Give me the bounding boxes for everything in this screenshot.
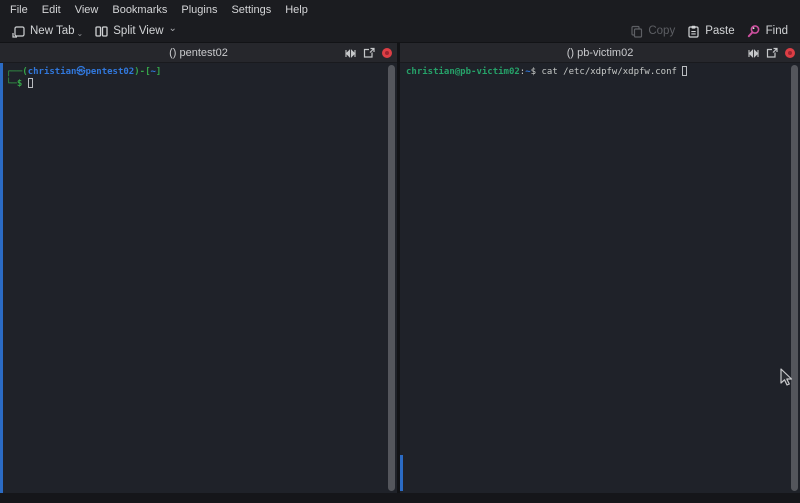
- detach-view-icon[interactable]: [766, 47, 778, 59]
- prompt-frame-close: ]: [156, 67, 161, 77]
- chevron-down-icon: ⌄: [169, 26, 177, 32]
- close-view-button[interactable]: [785, 48, 795, 58]
- pane-header-actions: [748, 43, 795, 63]
- terminal-pentest02[interactable]: ┌──(christian㉿pentest02)-[~] └─$: [0, 63, 397, 493]
- menu-plugins[interactable]: Plugins: [174, 0, 224, 20]
- terminal-pb-victim02[interactable]: christian@pb-victim02:~$ cat /etc/xdpfw/…: [400, 63, 800, 493]
- window-bottom-edge: [0, 493, 800, 503]
- scrollbar-thumb[interactable]: [791, 65, 798, 491]
- prompt-frame-open: ┌──(: [6, 67, 28, 77]
- detach-view-icon[interactable]: [363, 47, 375, 59]
- find-button[interactable]: Find: [741, 22, 794, 40]
- new-tab-icon: [12, 25, 25, 38]
- pane-pb-victim02: () pb-victim02 christian@pb-victim02:~$ …: [400, 43, 800, 493]
- terminal-cursor: [682, 66, 687, 76]
- pane-header-pb-victim02[interactable]: () pb-victim02: [400, 43, 800, 63]
- menu-help[interactable]: Help: [278, 0, 315, 20]
- terminal-output: christian@pb-victim02:~$ cat /etc/xdpfw/…: [406, 66, 788, 78]
- copy-button[interactable]: Copy: [624, 23, 681, 40]
- pane-title: () pentest02: [169, 47, 228, 59]
- prompt-line-2: └─$: [6, 78, 385, 90]
- menu-edit[interactable]: Edit: [35, 0, 68, 20]
- menubar: File Edit View Bookmarks Plugins Setting…: [0, 0, 800, 20]
- maximize-view-icon[interactable]: [345, 48, 356, 59]
- pane-title: () pb-victim02: [567, 47, 634, 59]
- focus-indicator: [0, 63, 3, 493]
- paste-button[interactable]: Paste: [681, 23, 740, 40]
- konsole-window: File Edit View Bookmarks Plugins Setting…: [0, 0, 800, 503]
- paste-label: Paste: [705, 25, 734, 37]
- prompt-frame-mid: )-[: [134, 67, 150, 77]
- terminal-cursor: [28, 78, 33, 88]
- pane-header-actions: [345, 43, 392, 63]
- pane-header-pentest02[interactable]: () pentest02: [0, 43, 397, 63]
- menu-view[interactable]: View: [68, 0, 106, 20]
- paste-icon: [687, 25, 700, 38]
- scroll-highlight-indicator: [400, 455, 403, 491]
- command-text: cat /etc/xdpfw/xdpfw.conf: [536, 67, 682, 77]
- close-view-button[interactable]: [382, 48, 392, 58]
- pane-pentest02: () pentest02 ┌──(christian㉿pentest02)-[~…: [0, 43, 397, 493]
- prompt-line-1: ┌──(christian㉿pentest02)-[~]: [6, 66, 385, 78]
- prompt-line: christian@pb-victim02:~$ cat /etc/xdpfw/…: [406, 66, 788, 78]
- split-view-container: () pentest02 ┌──(christian㉿pentest02)-[~…: [0, 42, 800, 493]
- new-tab-button[interactable]: New Tab ⌄: [6, 23, 89, 40]
- scrollbar[interactable]: [791, 65, 799, 491]
- menu-file[interactable]: File: [3, 0, 35, 20]
- scrollbar-thumb[interactable]: [388, 65, 395, 491]
- prompt-user-host: christian㉿pentest02: [28, 67, 135, 77]
- new-tab-label: New Tab: [30, 25, 75, 37]
- toolbar: New Tab ⌄ Split View ⌄ Copy Paste: [0, 20, 800, 42]
- split-view-label: Split View: [113, 25, 163, 37]
- chevron-down-icon: ⌄: [77, 31, 84, 37]
- copy-label: Copy: [648, 25, 675, 37]
- split-view-icon: [95, 25, 108, 38]
- split-view-button[interactable]: Split View ⌄: [89, 23, 183, 40]
- find-icon: [747, 24, 761, 38]
- find-label: Find: [766, 25, 788, 37]
- terminal-output: ┌──(christian㉿pentest02)-[~] └─$: [6, 66, 385, 90]
- prompt-user-host: christian@pb-victim02: [406, 67, 520, 77]
- copy-icon: [630, 25, 643, 38]
- maximize-view-icon[interactable]: [748, 48, 759, 59]
- menu-settings[interactable]: Settings: [224, 0, 278, 20]
- scrollbar[interactable]: [388, 65, 396, 491]
- menu-bookmarks[interactable]: Bookmarks: [105, 0, 174, 20]
- prompt-frame-bottom: └─$: [6, 79, 28, 89]
